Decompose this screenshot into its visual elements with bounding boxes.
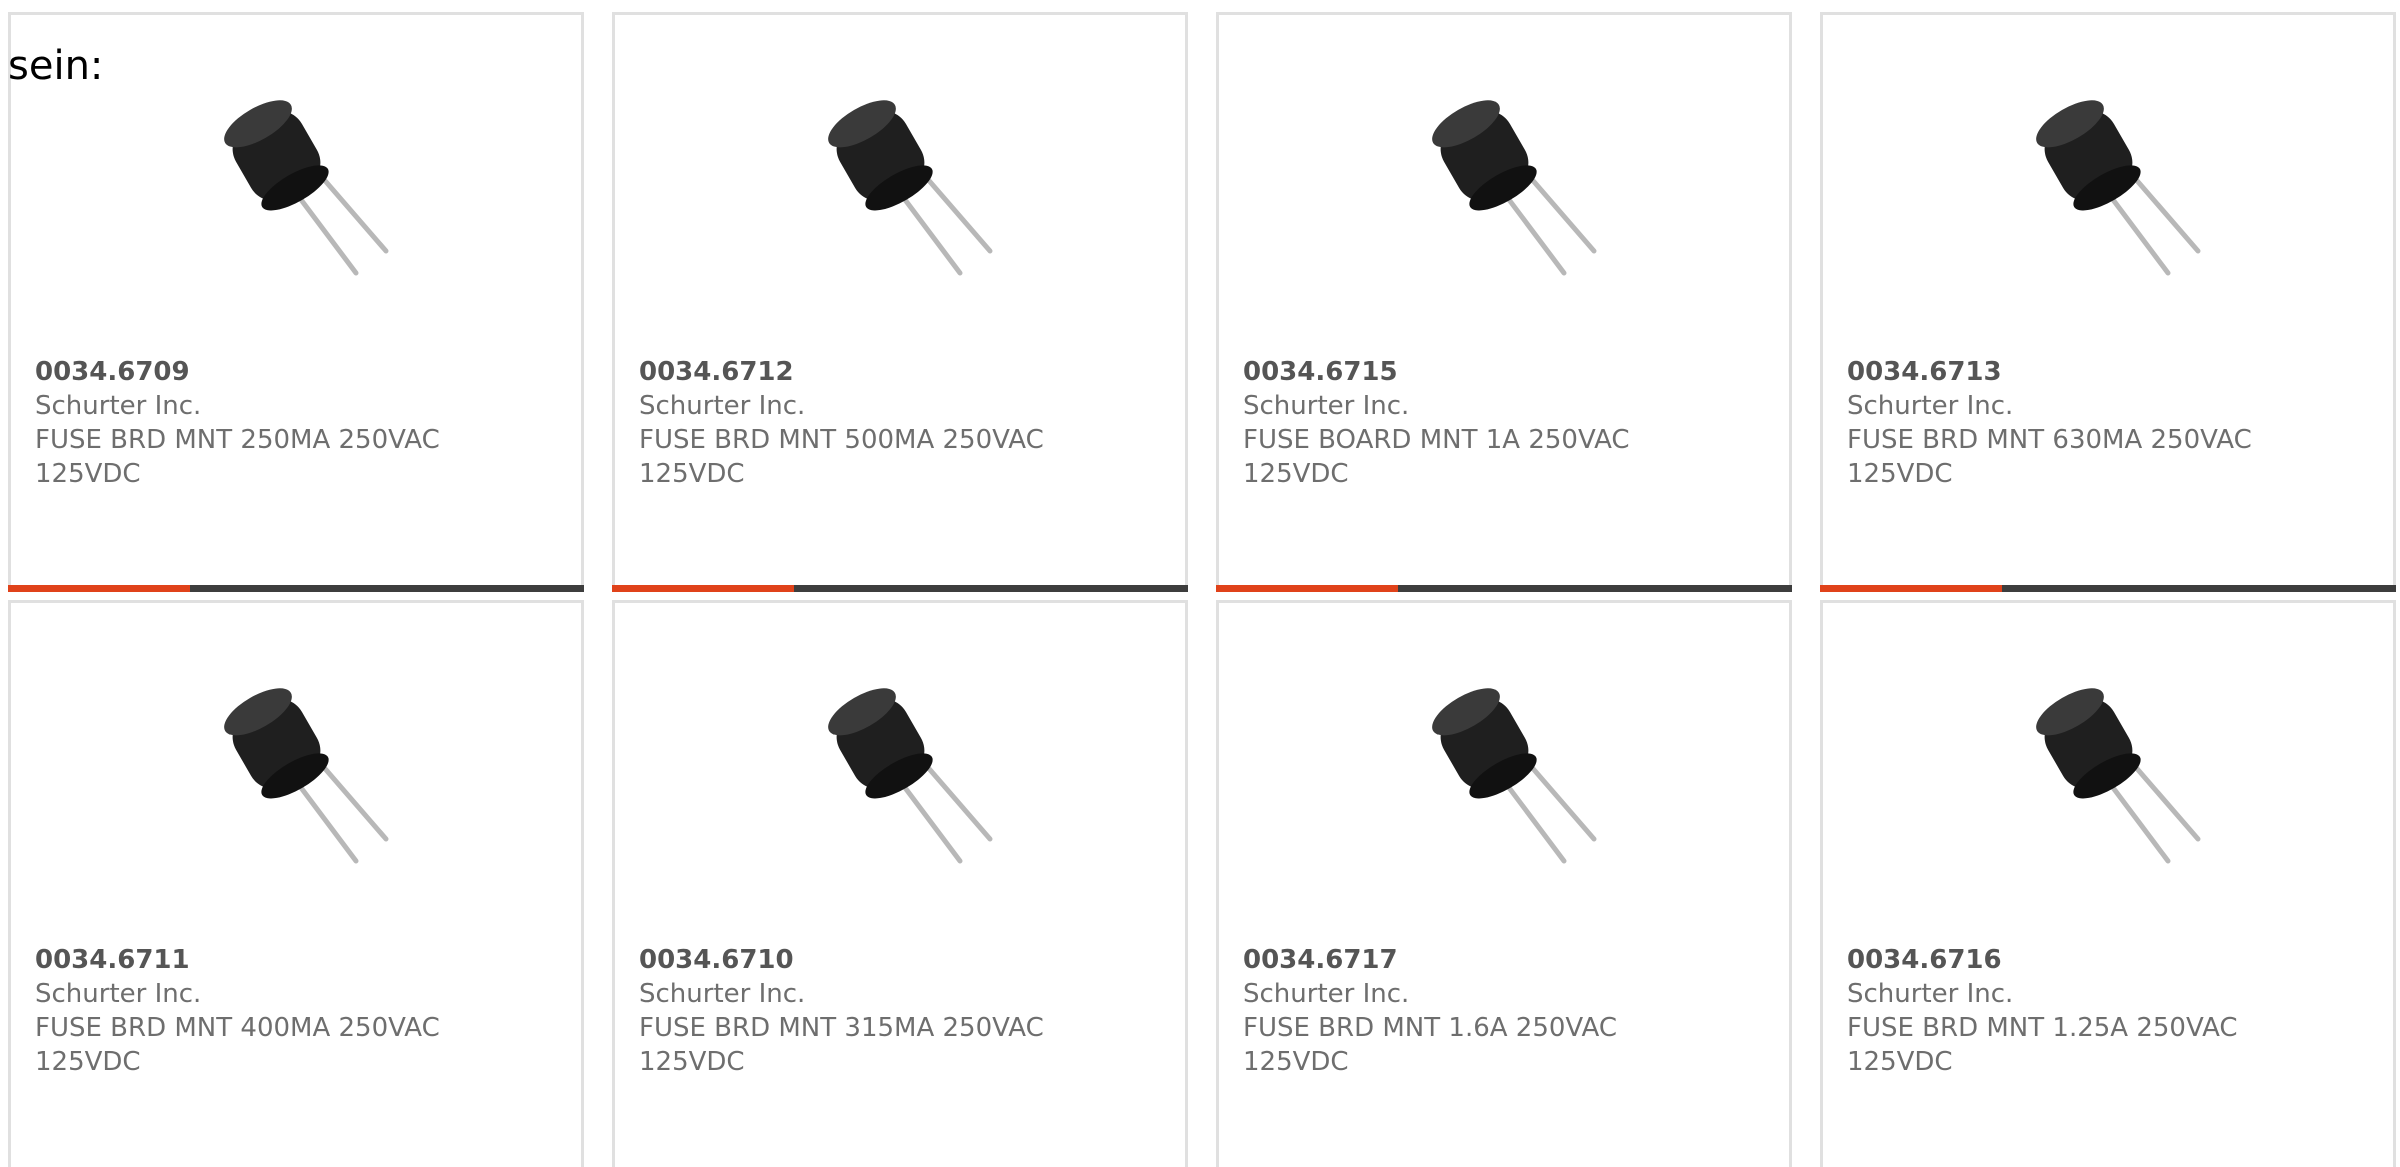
product-card[interactable]: 0034.6710 Schurter Inc. FUSE BRD MNT 315… [612,600,1188,1167]
product-card[interactable]: 0034.6715 Schurter Inc. FUSE BOARD MNT 1… [1216,12,1792,592]
part-number[interactable]: 0034.6709 [35,355,555,389]
manufacturer: Schurter Inc. [1243,979,1410,1009]
description: FUSE BRD MNT 1.6A 250VAC 125VDC [1243,1013,1618,1077]
description: FUSE BRD MNT 250MA 250VAC 125VDC [35,425,440,489]
intro-text: sein: [8,43,104,89]
description: FUSE BRD MNT 400MA 250VAC 125VDC [35,1013,440,1077]
radial-fuse-icon [2036,688,2201,864]
radial-fuse-icon [224,688,389,864]
card-accent-bar [1216,585,1398,592]
radial-fuse-icon [828,100,993,276]
part-number[interactable]: 0034.6717 [1243,943,1763,977]
part-number[interactable]: 0034.6715 [1243,355,1763,389]
description: FUSE BRD MNT 1.25A 250VAC 125VDC [1847,1013,2238,1077]
manufacturer: Schurter Inc. [639,391,806,421]
product-info: 0034.6717 Schurter Inc. FUSE BRD MNT 1.6… [1243,943,1763,1079]
description: FUSE BRD MNT 630MA 250VAC 125VDC [1847,425,2252,489]
radial-fuse-icon [1432,688,1597,864]
part-number[interactable]: 0034.6716 [1847,943,2367,977]
product-card[interactable]: 0034.6711 Schurter Inc. FUSE BRD MNT 400… [8,600,584,1167]
product-card[interactable]: 0034.6716 Schurter Inc. FUSE BRD MNT 1.2… [1820,600,2396,1167]
description: FUSE BOARD MNT 1A 250VAC 125VDC [1243,425,1630,489]
product-grid-page: sein: 0034.6709 Schurter Inc. FUSE BRD M… [0,0,2400,1167]
part-number[interactable]: 0034.6712 [639,355,1159,389]
card-accent-bar [8,585,190,592]
part-number[interactable]: 0034.6713 [1847,355,2367,389]
radial-fuse-icon [224,100,389,276]
card-accent-bar [1820,585,2002,592]
product-info: 0034.6712 Schurter Inc. FUSE BRD MNT 500… [639,355,1159,491]
description: FUSE BRD MNT 315MA 250VAC 125VDC [639,1013,1044,1077]
card-footer-bar [612,585,1188,592]
manufacturer: Schurter Inc. [1847,391,2014,421]
radial-fuse-icon [2036,100,2201,276]
product-card[interactable]: 0034.6709 Schurter Inc. FUSE BRD MNT 250… [8,12,584,592]
manufacturer: Schurter Inc. [35,979,202,1009]
part-number[interactable]: 0034.6710 [639,943,1159,977]
product-info: 0034.6713 Schurter Inc. FUSE BRD MNT 630… [1847,355,2367,491]
radial-fuse-icon [1432,100,1597,276]
product-info: 0034.6715 Schurter Inc. FUSE BOARD MNT 1… [1243,355,1763,491]
product-card[interactable]: 0034.6713 Schurter Inc. FUSE BRD MNT 630… [1820,12,2396,592]
product-info: 0034.6709 Schurter Inc. FUSE BRD MNT 250… [35,355,555,491]
card-accent-bar [612,585,794,592]
product-card[interactable]: 0034.6717 Schurter Inc. FUSE BRD MNT 1.6… [1216,600,1792,1167]
manufacturer: Schurter Inc. [35,391,202,421]
product-info: 0034.6711 Schurter Inc. FUSE BRD MNT 400… [35,943,555,1079]
manufacturer: Schurter Inc. [1243,391,1410,421]
description: FUSE BRD MNT 500MA 250VAC 125VDC [639,425,1044,489]
card-footer-bar [8,585,584,592]
manufacturer: Schurter Inc. [1847,979,2014,1009]
product-info: 0034.6710 Schurter Inc. FUSE BRD MNT 315… [639,943,1159,1079]
manufacturer: Schurter Inc. [639,979,806,1009]
product-info: 0034.6716 Schurter Inc. FUSE BRD MNT 1.2… [1847,943,2367,1079]
product-card[interactable]: 0034.6712 Schurter Inc. FUSE BRD MNT 500… [612,12,1188,592]
card-footer-bar [1216,585,1792,592]
radial-fuse-icon [828,688,993,864]
part-number[interactable]: 0034.6711 [35,943,555,977]
card-footer-bar [1820,585,2396,592]
